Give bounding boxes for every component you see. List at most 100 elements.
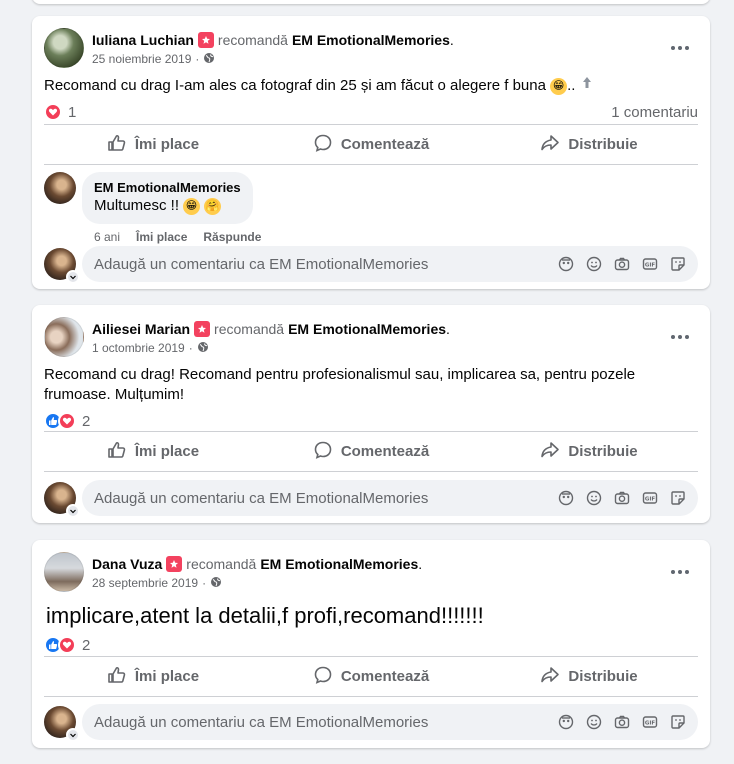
svg-text:GIF: GIF bbox=[645, 721, 656, 727]
page-name[interactable]: EM EmotionalMemories bbox=[288, 321, 446, 337]
more-icon[interactable] bbox=[668, 36, 692, 60]
like-icon bbox=[107, 133, 127, 157]
post-header: Iuliana Luchian recomandă EM EmotionalMe… bbox=[44, 28, 698, 70]
comment-reply-link[interactable]: Răspunde bbox=[203, 230, 261, 244]
emoji-icon[interactable] bbox=[586, 490, 602, 506]
emoji-icon[interactable] bbox=[586, 256, 602, 272]
sticker-icon[interactable] bbox=[670, 490, 686, 506]
share-icon bbox=[540, 665, 560, 689]
author-avatar[interactable] bbox=[44, 552, 84, 592]
grin-emoji-icon: 😁 bbox=[550, 77, 568, 95]
more-icon[interactable] bbox=[668, 560, 692, 584]
reactions-row: 1 1 comentariu bbox=[44, 102, 698, 122]
commenter-avatar[interactable] bbox=[44, 172, 76, 204]
post-date[interactable]: 25 noiembrie 2019 bbox=[92, 52, 191, 66]
recommend-icon bbox=[166, 556, 183, 572]
comment-input[interactable] bbox=[94, 255, 558, 273]
comment-like-link[interactable]: Îmi place bbox=[136, 230, 187, 244]
previous-post-card-edge bbox=[32, 0, 710, 4]
camera-icon[interactable] bbox=[614, 714, 630, 730]
emoji-icon[interactable] bbox=[586, 714, 602, 730]
post-date[interactable]: 1 octombrie 2019 bbox=[92, 341, 185, 355]
comment-time[interactable]: 6 ani bbox=[94, 230, 120, 244]
author-avatar[interactable] bbox=[44, 28, 84, 68]
post-text: implicare,atent la detalii,f profi,recom… bbox=[46, 603, 484, 628]
avatar-sticker-icon[interactable] bbox=[558, 714, 574, 730]
comment-input[interactable] bbox=[94, 489, 558, 507]
comment-input-box: GIF bbox=[82, 704, 698, 740]
author-name[interactable]: Dana Vuza bbox=[92, 556, 162, 572]
post-text: Recomand cu drag I-am ales ca fotograf d… bbox=[44, 76, 698, 96]
post-text: Recomand cu drag! Recomand pentru profes… bbox=[44, 366, 636, 403]
divider bbox=[44, 471, 698, 472]
chevron-down-icon[interactable] bbox=[66, 270, 80, 284]
gif-icon[interactable]: GIF bbox=[642, 714, 658, 730]
page-name[interactable]: EM EmotionalMemories bbox=[292, 32, 450, 48]
share-icon bbox=[540, 440, 560, 464]
sticker-icon[interactable] bbox=[670, 256, 686, 272]
post-header: Ailiesei Marian recomandă EM EmotionalMe… bbox=[44, 317, 698, 359]
chevron-down-icon[interactable] bbox=[66, 504, 80, 518]
gif-icon[interactable]: GIF bbox=[642, 256, 658, 272]
page-name[interactable]: EM EmotionalMemories bbox=[260, 556, 418, 572]
comment-input[interactable] bbox=[94, 713, 558, 731]
share-button[interactable]: Distribuie bbox=[480, 125, 698, 164]
date-separator: · bbox=[195, 52, 200, 66]
comment-icon bbox=[313, 133, 333, 157]
composer-tools: GIF bbox=[558, 714, 686, 730]
grin-emoji-icon: 😁 bbox=[183, 197, 201, 215]
composer-tools: GIF bbox=[558, 490, 686, 506]
comment-button[interactable]: Comentează bbox=[262, 125, 480, 164]
avatar-sticker-icon[interactable] bbox=[558, 490, 574, 506]
post-card: Dana Vuza recomandă EM EmotionalMemories… bbox=[32, 540, 710, 748]
avatar-sticker-icon[interactable] bbox=[558, 256, 574, 272]
author-name[interactable]: Ailiesei Marian bbox=[92, 321, 190, 337]
gif-icon[interactable]: GIF bbox=[642, 490, 658, 506]
love-reaction-icon[interactable] bbox=[58, 636, 76, 654]
camera-icon[interactable] bbox=[614, 256, 630, 272]
comment-meta: 6 ani Îmi place Răspunde bbox=[94, 230, 261, 244]
comment-button[interactable]: Comentează bbox=[262, 657, 480, 696]
action-bar: Îmi place Comentează Distribuie bbox=[44, 431, 698, 471]
author-avatar[interactable] bbox=[44, 317, 84, 357]
comment-composer: GIF bbox=[44, 246, 698, 284]
globe-icon bbox=[197, 341, 209, 356]
post-card: Ailiesei Marian recomandă EM EmotionalMe… bbox=[32, 305, 710, 523]
love-reaction-icon[interactable] bbox=[44, 103, 62, 121]
comment-button[interactable]: Comentează bbox=[262, 432, 480, 471]
like-button[interactable]: Îmi place bbox=[44, 657, 262, 696]
globe-icon bbox=[203, 52, 215, 67]
like-button[interactable]: Îmi place bbox=[44, 125, 262, 164]
comment-text: Multumesc !! 😁 🤗 bbox=[94, 197, 222, 215]
action-bar: Îmi place Comentează Distribuie bbox=[44, 656, 698, 696]
recommends-label: recomandă bbox=[217, 32, 288, 48]
commenter-name[interactable]: EM EmotionalMemories bbox=[94, 180, 241, 196]
date-separator: · bbox=[188, 341, 193, 355]
author-name[interactable]: Iuliana Luchian bbox=[92, 32, 194, 48]
action-bar: Îmi place Comentează Distribuie bbox=[44, 124, 698, 164]
divider bbox=[44, 696, 698, 697]
sticker-icon[interactable] bbox=[670, 714, 686, 730]
like-icon bbox=[107, 665, 127, 689]
comments-count[interactable]: 1 comentariu bbox=[611, 104, 698, 121]
post-date[interactable]: 28 septembrie 2019 bbox=[92, 576, 198, 590]
post-card: Iuliana Luchian recomandă EM EmotionalMe… bbox=[32, 16, 710, 289]
more-icon[interactable] bbox=[668, 325, 692, 349]
share-button[interactable]: Distribuie bbox=[480, 657, 698, 696]
reactions-row: 2 bbox=[44, 411, 698, 431]
reactions-row: 2 bbox=[44, 635, 698, 655]
like-icon bbox=[107, 440, 127, 464]
recommends-label: recomandă bbox=[214, 321, 285, 337]
camera-icon[interactable] bbox=[614, 490, 630, 506]
svg-text:GIF: GIF bbox=[645, 497, 656, 503]
reaction-count[interactable]: 1 bbox=[68, 104, 76, 121]
recommend-icon bbox=[194, 321, 211, 337]
love-reaction-icon[interactable] bbox=[58, 412, 76, 430]
svg-text:GIF: GIF bbox=[645, 263, 656, 269]
like-button[interactable]: Îmi place bbox=[44, 432, 262, 471]
share-button[interactable]: Distribuie bbox=[480, 432, 698, 471]
reaction-count[interactable]: 2 bbox=[82, 413, 90, 430]
comment-input-box: GIF bbox=[82, 246, 698, 282]
chevron-down-icon[interactable] bbox=[66, 728, 80, 742]
reaction-count[interactable]: 2 bbox=[82, 637, 90, 654]
